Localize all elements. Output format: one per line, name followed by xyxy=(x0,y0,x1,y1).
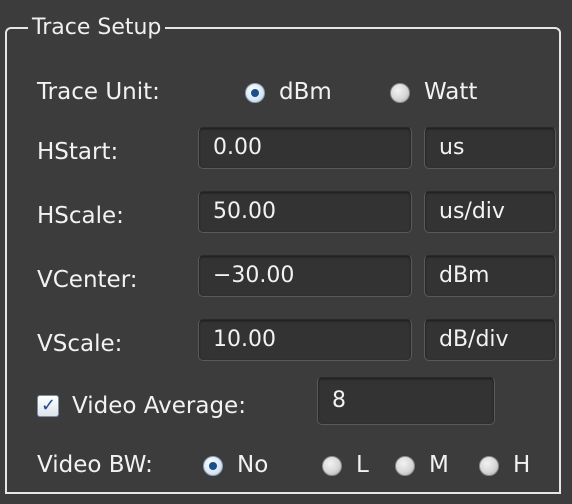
video-bw-h-label[interactable]: H xyxy=(513,451,530,479)
video-bw-h-radio-icon[interactable] xyxy=(479,456,499,476)
video-average-input[interactable]: 8 xyxy=(317,377,495,425)
hscale-input[interactable]: 50.00 xyxy=(198,191,412,233)
video-average-checkbox[interactable]: ✓ xyxy=(37,395,59,417)
trace-unit-watt-radio-icon[interactable] xyxy=(390,83,410,103)
trace-unit-dbm-label[interactable]: dBm xyxy=(279,78,332,106)
hscale-label: HScale: xyxy=(37,203,124,229)
checkmark-icon: ✓ xyxy=(41,395,57,416)
hstart-unit-field[interactable]: us xyxy=(424,127,556,169)
vscale-label: VScale: xyxy=(37,331,123,357)
video-bw-m-label[interactable]: M xyxy=(429,451,449,479)
hstart-label: HStart: xyxy=(37,139,119,165)
video-bw-l-label[interactable]: L xyxy=(356,451,369,479)
trace-setup-panel: Trace Setup Trace Unit: dBm Watt HStart:… xyxy=(0,0,572,504)
video-bw-label: Video BW: xyxy=(37,452,153,478)
hstart-input[interactable]: 0.00 xyxy=(198,127,412,169)
trace-unit-dbm-radio-icon[interactable] xyxy=(245,83,265,103)
vcenter-input[interactable]: −30.00 xyxy=(198,255,412,297)
vcenter-unit-field[interactable]: dBm xyxy=(424,255,556,297)
video-bw-no-label[interactable]: No xyxy=(237,451,268,479)
video-average-label: Video Average: xyxy=(72,393,246,419)
video-bw-m-radio-icon[interactable] xyxy=(395,456,415,476)
video-bw-l-radio-icon[interactable] xyxy=(322,456,342,476)
video-bw-no-radio-icon[interactable] xyxy=(203,456,223,476)
vscale-input[interactable]: 10.00 xyxy=(198,319,412,361)
hscale-unit-field[interactable]: us/div xyxy=(424,191,556,233)
trace-unit-label: Trace Unit: xyxy=(37,79,160,105)
group-title: Trace Setup xyxy=(28,16,166,40)
vcenter-label: VCenter: xyxy=(37,267,138,293)
trace-unit-watt-label[interactable]: Watt xyxy=(424,78,477,106)
vscale-unit-field[interactable]: dB/div xyxy=(424,319,556,361)
